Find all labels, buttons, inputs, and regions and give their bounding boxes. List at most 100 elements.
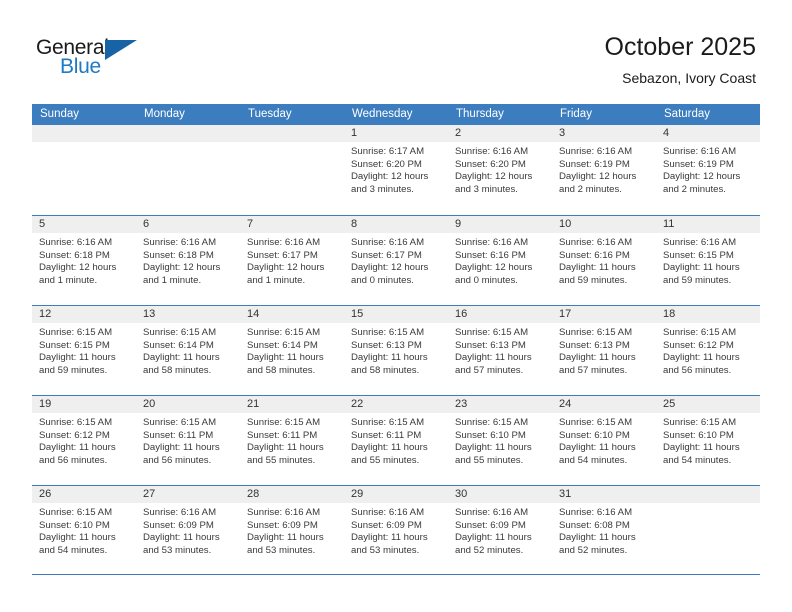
day-sun-info: Sunrise: 6:15 AM Sunset: 6:11 PM Daylight:… (344, 413, 448, 467)
day-cell-4[interactable]: 4 Sunrise: 6:16 AM Sunset: 6:19 PM Daylight… (656, 125, 760, 215)
daylight-text-line1: Daylight: 11 hours (351, 532, 428, 544)
day-cell-22[interactable]: 22 Sunrise: 6:15 AM Sunset: 6:11 PM Dayligh… (344, 396, 448, 485)
day-sun-info: Sunrise: 6:16 AM Sunset: 6:15 PM Daylight:… (656, 233, 760, 287)
day-cell-17[interactable]: 17 Sunrise: 6:15 AM Sunset: 6:13 PM Dayligh… (552, 306, 656, 395)
day-cell-9[interactable]: 9 Sunrise: 6:16 AM Sunset: 6:16 PM Daylight… (448, 216, 552, 305)
day-cell-28[interactable]: 28 Sunrise: 6:16 AM Sunset: 6:09 PM Dayligh… (240, 486, 344, 574)
day-sun-info: Sunrise: 6:16 AM Sunset: 6:19 PM Daylight:… (552, 142, 656, 196)
daylight-text-line1: Daylight: 11 hours (559, 532, 636, 544)
daylight-text-line1: Daylight: 11 hours (559, 442, 636, 454)
weekday-header-monday: Monday (144, 108, 185, 120)
day-cell-2[interactable]: 2 Sunrise: 6:16 AM Sunset: 6:20 PM Daylight… (448, 125, 552, 215)
sunset-text: Sunset: 6:12 PM (39, 429, 110, 441)
day-cell-6[interactable]: 6 Sunrise: 6:16 AM Sunset: 6:18 PM Daylight… (136, 216, 240, 305)
day-cell-7[interactable]: 7 Sunrise: 6:16 AM Sunset: 6:17 PM Daylight… (240, 216, 344, 305)
day-cell-8[interactable]: 8 Sunrise: 6:16 AM Sunset: 6:17 PM Daylight… (344, 216, 448, 305)
day-cell-23[interactable]: 23 Sunrise: 6:15 AM Sunset: 6:10 PM Dayligh… (448, 396, 552, 485)
day-cell-21[interactable]: 21 Sunrise: 6:15 AM Sunset: 6:11 PM Dayligh… (240, 396, 344, 485)
day-number-band: 31 (552, 486, 656, 503)
daylight-text-line2: and 59 minutes. (559, 274, 628, 286)
sunrise-text: Sunrise: 6:16 AM (455, 146, 529, 157)
day-number-band: 11 (656, 216, 760, 233)
daylight-text-line2: and 55 minutes. (455, 454, 524, 466)
sunset-text: Sunset: 6:20 PM (351, 158, 422, 170)
sunset-text: Sunset: 6:15 PM (663, 249, 734, 261)
day-cell-29[interactable]: 29 Sunrise: 6:16 AM Sunset: 6:09 PM Dayligh… (344, 486, 448, 574)
day-number: 22 (351, 398, 364, 410)
day-sun-info: Sunrise: 6:15 AM Sunset: 6:12 PM Daylight:… (656, 323, 760, 377)
sunrise-text: Sunrise: 6:16 AM (559, 507, 633, 518)
day-cell-19[interactable]: 19 Sunrise: 6:15 AM Sunset: 6:12 PM Dayligh… (32, 396, 136, 485)
day-sun-info: Sunrise: 6:15 AM Sunset: 6:12 PM Daylight:… (32, 413, 136, 467)
day-sun-info: Sunrise: 6:16 AM Sunset: 6:17 PM Daylight:… (344, 233, 448, 287)
sunrise-text: Sunrise: 6:15 AM (663, 327, 737, 338)
day-cell-30[interactable]: 30 Sunrise: 6:16 AM Sunset: 6:09 PM Dayligh… (448, 486, 552, 574)
day-number-band (136, 125, 240, 142)
day-cell-24[interactable]: 24 Sunrise: 6:15 AM Sunset: 6:10 PM Dayligh… (552, 396, 656, 485)
daylight-text-line1: Daylight: 12 hours (559, 171, 637, 183)
daylight-text-line1: Daylight: 11 hours (143, 352, 220, 364)
day-number-band: 26 (32, 486, 136, 503)
day-cell-3[interactable]: 3 Sunrise: 6:16 AM Sunset: 6:19 PM Daylight… (552, 125, 656, 215)
day-cell-13[interactable]: 13 Sunrise: 6:15 AM Sunset: 6:14 PM Dayligh… (136, 306, 240, 395)
day-number: 10 (559, 218, 572, 230)
daylight-text-line2: and 3 minutes. (455, 183, 518, 195)
weekday-header-wednesday: Wednesday (352, 108, 413, 120)
daylight-text-line2: and 2 minutes. (663, 183, 726, 195)
day-number-band: 3 (552, 125, 656, 142)
daylight-text-line1: Daylight: 12 hours (39, 262, 117, 274)
sunset-text: Sunset: 6:17 PM (247, 249, 318, 261)
weekday-header-thursday: Thursday (456, 108, 504, 120)
sunrise-text: Sunrise: 6:16 AM (663, 237, 737, 248)
sunset-text: Sunset: 6:15 PM (39, 339, 110, 351)
day-cell-12[interactable]: 12 Sunrise: 6:15 AM Sunset: 6:15 PM Dayligh… (32, 306, 136, 395)
calendar-week-row: 26 Sunrise: 6:15 AM Sunset: 6:10 PM Dayligh… (32, 485, 760, 575)
day-number: 26 (39, 488, 52, 500)
day-number-band: 22 (344, 396, 448, 413)
day-cell-31[interactable]: 31 Sunrise: 6:16 AM Sunset: 6:08 PM Dayligh… (552, 486, 656, 574)
day-cell-25[interactable]: 25 Sunrise: 6:15 AM Sunset: 6:10 PM Dayligh… (656, 396, 760, 485)
sunset-text: Sunset: 6:13 PM (455, 339, 526, 351)
daylight-text-line1: Daylight: 11 hours (559, 352, 636, 364)
sunset-text: Sunset: 6:16 PM (455, 249, 526, 261)
day-number: 13 (143, 308, 156, 320)
day-sun-info: Sunrise: 6:15 AM Sunset: 6:11 PM Daylight:… (136, 413, 240, 467)
day-cell-1[interactable]: 1 Sunrise: 6:17 AM Sunset: 6:20 PM Daylight… (344, 125, 448, 215)
weekday-header-saturday: Saturday (664, 108, 711, 120)
day-number-band: 30 (448, 486, 552, 503)
day-cell-16[interactable]: 16 Sunrise: 6:15 AM Sunset: 6:13 PM Dayligh… (448, 306, 552, 395)
daylight-text-line1: Daylight: 11 hours (247, 352, 324, 364)
day-cell-11[interactable]: 11 Sunrise: 6:16 AM Sunset: 6:15 PM Dayligh… (656, 216, 760, 305)
daylight-text-line2: and 59 minutes. (39, 364, 108, 376)
weekday-header-tuesday: Tuesday (248, 108, 292, 120)
day-sun-info: Sunrise: 6:15 AM Sunset: 6:10 PM Daylight:… (448, 413, 552, 467)
daylight-text-line1: Daylight: 11 hours (351, 442, 428, 454)
day-cell-20[interactable]: 20 Sunrise: 6:15 AM Sunset: 6:11 PM Dayligh… (136, 396, 240, 485)
sunrise-text: Sunrise: 6:15 AM (455, 417, 529, 428)
day-number: 27 (143, 488, 156, 500)
daylight-text-line2: and 54 minutes. (559, 454, 628, 466)
sunrise-text: Sunrise: 6:15 AM (39, 327, 113, 338)
day-number-band (656, 486, 760, 503)
sunset-text: Sunset: 6:13 PM (559, 339, 630, 351)
logo-text-blue: Blue (60, 55, 101, 78)
daylight-text-line2: and 56 minutes. (39, 454, 108, 466)
day-number: 16 (455, 308, 468, 320)
day-cell-14[interactable]: 14 Sunrise: 6:15 AM Sunset: 6:14 PM Dayligh… (240, 306, 344, 395)
page-title: October 2025 (604, 33, 757, 61)
day-cell-10[interactable]: 10 Sunrise: 6:16 AM Sunset: 6:16 PM Dayligh… (552, 216, 656, 305)
day-sun-info: Sunrise: 6:16 AM Sunset: 6:08 PM Daylight:… (552, 503, 656, 557)
day-cell-18[interactable]: 18 Sunrise: 6:15 AM Sunset: 6:12 PM Dayligh… (656, 306, 760, 395)
day-number: 24 (559, 398, 572, 410)
day-cell-5[interactable]: 5 Sunrise: 6:16 AM Sunset: 6:18 PM Daylight… (32, 216, 136, 305)
calendar-week-row: 5 Sunrise: 6:16 AM Sunset: 6:18 PM Daylight… (32, 215, 760, 305)
daylight-text-line2: and 0 minutes. (455, 274, 518, 286)
day-number: 9 (455, 218, 462, 230)
day-cell-15[interactable]: 15 Sunrise: 6:15 AM Sunset: 6:13 PM Dayligh… (344, 306, 448, 395)
day-cell-26[interactable]: 26 Sunrise: 6:15 AM Sunset: 6:10 PM Dayligh… (32, 486, 136, 574)
day-number-band: 4 (656, 125, 760, 142)
sunset-text: Sunset: 6:09 PM (351, 519, 422, 531)
day-sun-info: Sunrise: 6:16 AM Sunset: 6:19 PM Daylight:… (656, 142, 760, 196)
day-number-band: 20 (136, 396, 240, 413)
day-cell-27[interactable]: 27 Sunrise: 6:16 AM Sunset: 6:09 PM Dayligh… (136, 486, 240, 574)
